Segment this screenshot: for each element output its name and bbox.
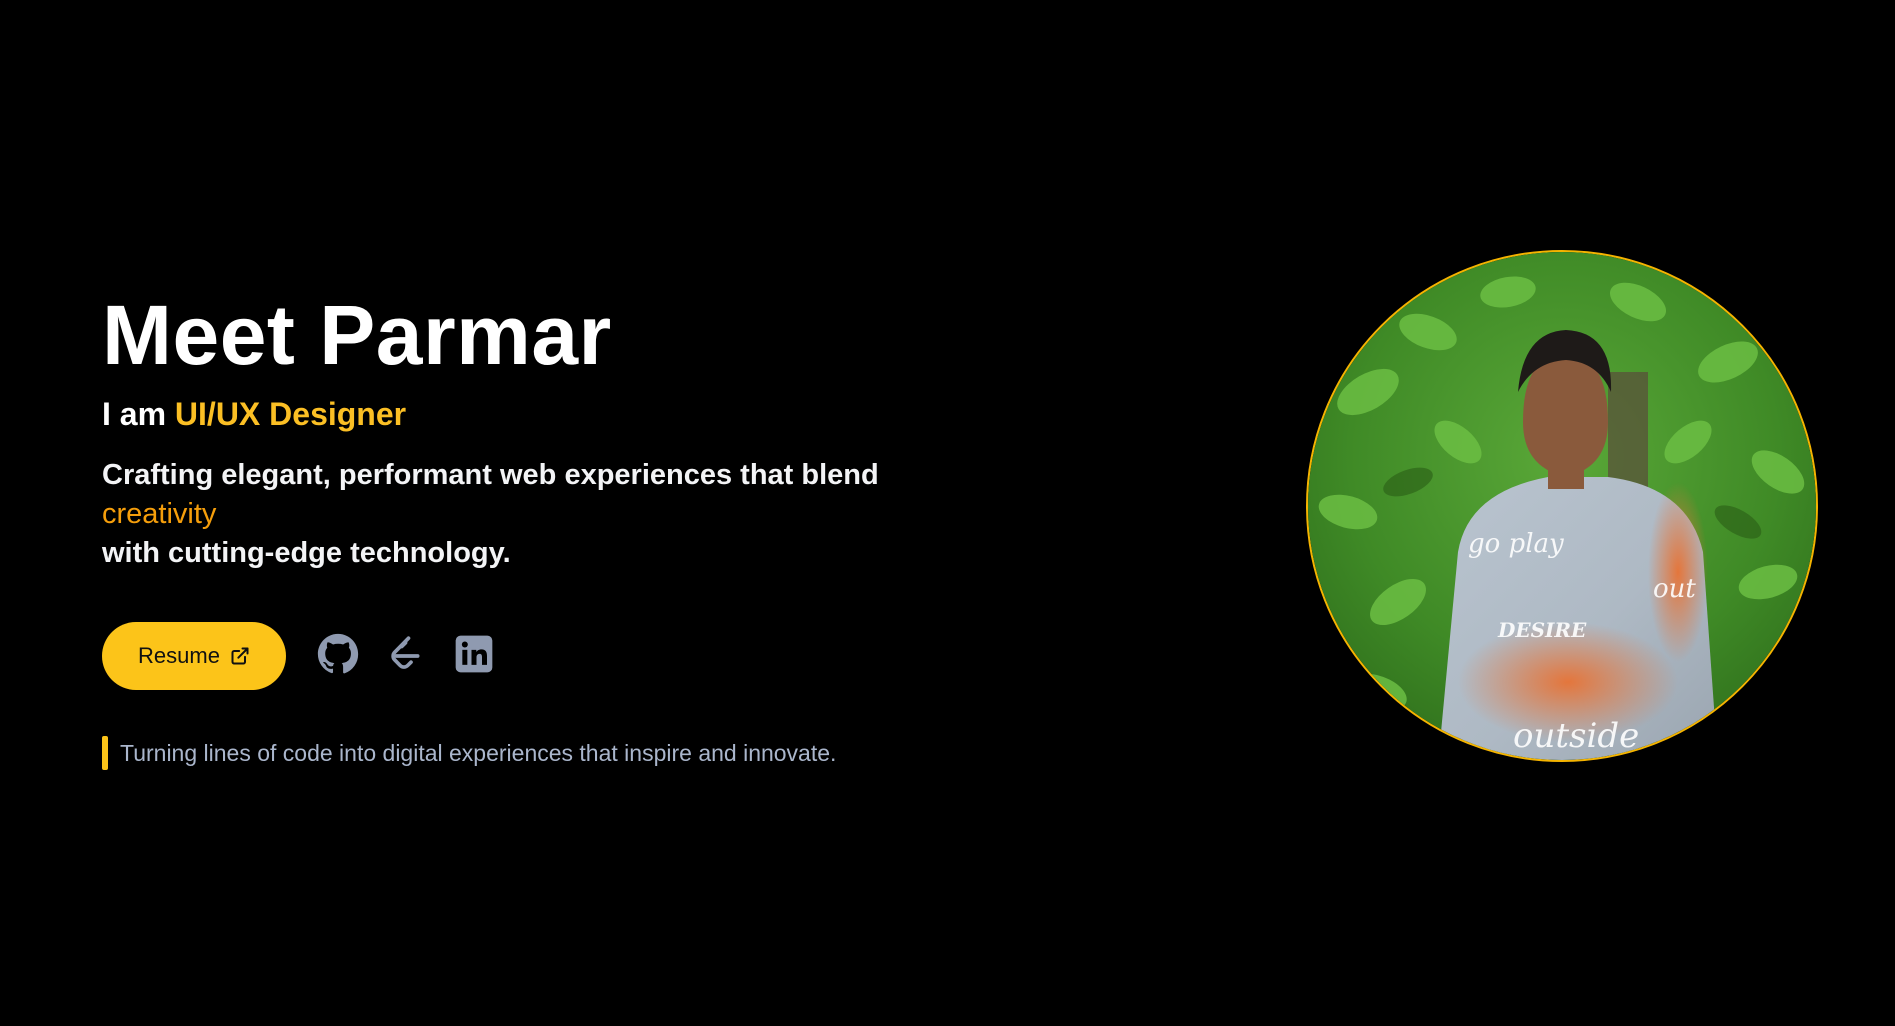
github-link[interactable] [316, 633, 360, 680]
quote-accent-bar [102, 736, 108, 770]
profile-photo: go play DESIRE outside out [1306, 250, 1818, 762]
external-link-icon [230, 646, 250, 666]
resume-button[interactable]: Resume [102, 622, 286, 690]
linkedin-link[interactable] [452, 634, 496, 678]
tagline-start: Crafting elegant, performant web experie… [102, 459, 879, 491]
shirt-text-1: go play [1468, 529, 1564, 559]
social-links [316, 633, 520, 680]
page-title: Meet Parmar [102, 288, 612, 382]
quote-block: Turning lines of code into digital exper… [102, 736, 1002, 770]
tagline-highlight: creativity [102, 498, 217, 530]
github-icon [317, 633, 359, 680]
hero-actions: Resume [102, 622, 1002, 690]
shirt-text-3: outside [1513, 716, 1639, 756]
tagline-end: with cutting-edge technology. [102, 537, 511, 569]
quote-text: Turning lines of code into digital exper… [120, 740, 837, 766]
leetcode-icon [386, 634, 426, 679]
linkedin-icon [454, 634, 494, 679]
leetcode-link[interactable] [384, 634, 428, 678]
resume-label: Resume [138, 643, 220, 668]
role-line: I am UI/UX Designer [102, 392, 1002, 436]
hero-text: Meet Parmar I am UI/UX Designer Crafting… [102, 280, 1002, 770]
hero-section: Meet Parmar I am UI/UX Designer Crafting… [0, 0, 1895, 1026]
role-prefix: I am [102, 396, 167, 432]
shirt-text-2: DESIRE [1497, 618, 1587, 642]
tagline: Crafting elegant, performant web experie… [102, 456, 982, 573]
role-highlight: UI/UX Designer [174, 396, 407, 432]
shirt-text-4: out [1653, 574, 1696, 604]
